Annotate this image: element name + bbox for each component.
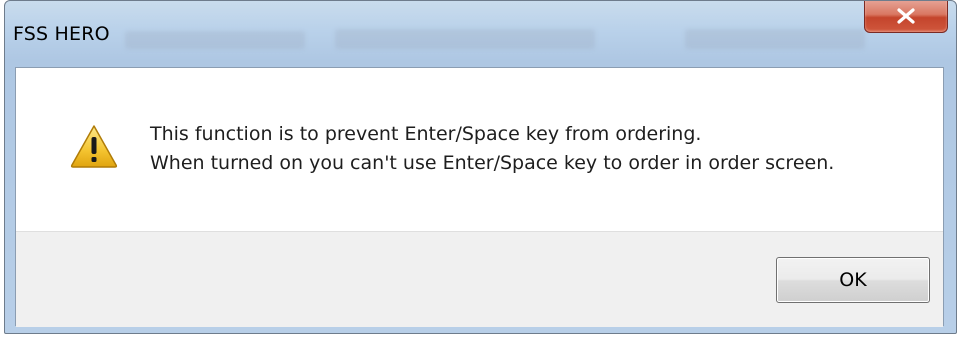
dialog-client-area: This function is to prevent Enter/Space …	[15, 67, 944, 327]
window-title: FSS HERO	[13, 23, 110, 45]
dialog-message: This function is to prevent Enter/Space …	[150, 120, 834, 178]
close-icon	[897, 8, 915, 24]
ok-button[interactable]: OK	[776, 257, 930, 303]
message-line: This function is to prevent Enter/Space …	[150, 123, 702, 145]
message-line: When turned on you can't use Enter/Space…	[150, 152, 835, 174]
message-dialog-window: FSS HERO This function is to prevent Ent…	[4, 0, 957, 334]
dialog-footer: OK	[16, 231, 943, 327]
background-blur	[125, 31, 305, 49]
background-blur	[685, 29, 865, 49]
title-bar[interactable]: FSS HERO	[5, 1, 956, 67]
warning-icon	[70, 125, 118, 168]
background-blur	[335, 29, 595, 49]
close-button[interactable]	[864, 1, 948, 33]
dialog-content: This function is to prevent Enter/Space …	[16, 68, 943, 231]
